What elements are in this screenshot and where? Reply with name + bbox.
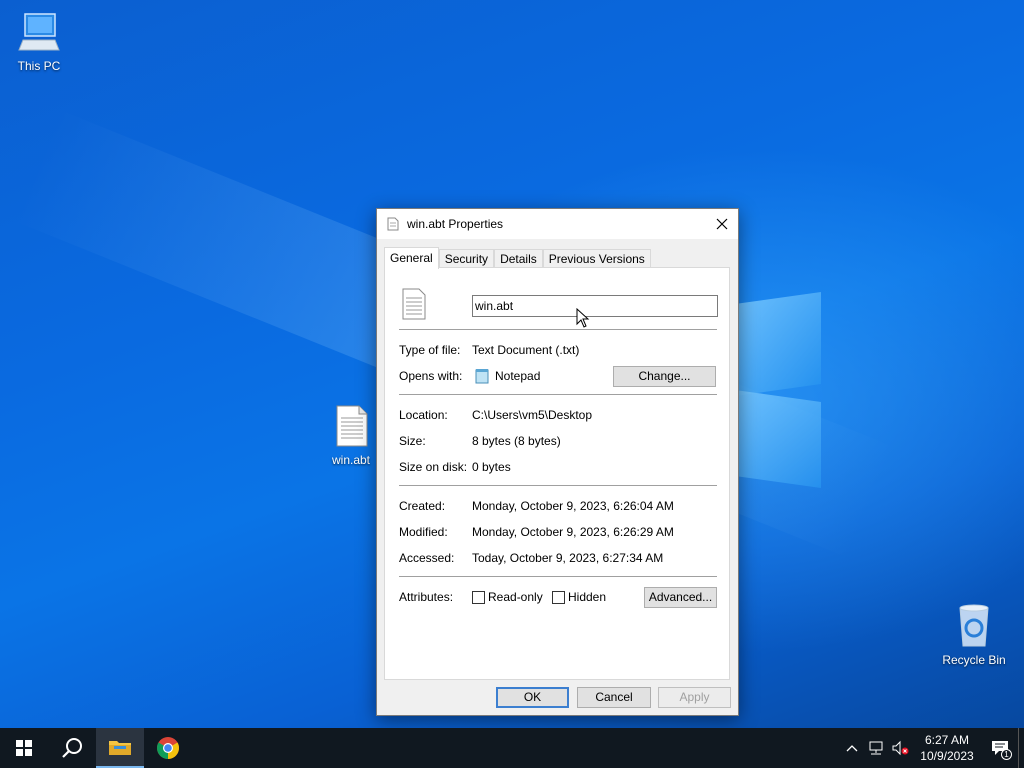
size-on-disk-value: 0 bytes: [472, 460, 511, 474]
modified-label: Modified:: [399, 525, 448, 539]
properties-dialog: win.abt Properties General Security Deta…: [376, 208, 739, 716]
search-icon: [62, 738, 82, 758]
folder-icon: [109, 741, 131, 755]
opens-with-value: Notepad: [495, 369, 541, 383]
chevron-up-icon: [846, 745, 858, 752]
clock-time: 6:27 AM: [924, 733, 970, 747]
dialog-titlebar[interactable]: win.abt Properties: [377, 209, 738, 239]
desktop-icon-recycle-bin[interactable]: Recycle Bin: [939, 602, 1009, 667]
chrome-icon: [157, 737, 179, 759]
network-icon: [869, 741, 883, 755]
file-explorer-button[interactable]: [96, 728, 144, 768]
file-type-icon: [402, 288, 426, 320]
separator: [399, 485, 717, 486]
desktop-icon-label: This PC: [17, 59, 61, 73]
accessed-value: Today, October 9, 2023, 6:27:34 AM: [472, 551, 664, 565]
apply-button[interactable]: Apply: [658, 687, 731, 708]
advanced-button[interactable]: Advanced...: [644, 587, 717, 608]
action-center-button[interactable]: 1: [982, 728, 1018, 768]
show-hidden-icons-button[interactable]: [840, 728, 864, 768]
general-panel: Type of file: Text Document (.txt) Opens…: [384, 267, 730, 680]
ok-button[interactable]: OK: [496, 687, 569, 708]
windows-logo-graphic: [735, 288, 825, 489]
desktop-icon-this-pc[interactable]: This PC: [4, 10, 74, 73]
type-label: Type of file:: [399, 343, 461, 357]
system-tray: 6:27 AM 10/9/2023 1: [840, 728, 1024, 768]
clock-date: 10/9/2023: [920, 749, 974, 763]
attributes-label: Attributes:: [399, 590, 454, 604]
start-button[interactable]: [0, 728, 48, 768]
size-label: Size:: [399, 434, 426, 448]
change-button[interactable]: Change...: [613, 366, 716, 387]
tab-strip: General Security Details Previous Versio…: [384, 247, 651, 269]
close-button[interactable]: [706, 209, 738, 239]
modified-value: Monday, October 9, 2023, 6:26:29 AM: [472, 525, 674, 539]
clock[interactable]: 6:27 AM 10/9/2023: [912, 732, 982, 764]
location-label: Location:: [399, 408, 448, 422]
notification-count: 1: [1001, 749, 1012, 760]
opens-with-label: Opens with:: [399, 369, 463, 383]
close-icon: [716, 218, 728, 230]
location-value: C:\Users\vm5\Desktop: [472, 408, 593, 422]
show-desktop-button[interactable]: [1018, 728, 1024, 768]
tab-details[interactable]: Details: [494, 249, 543, 268]
volume-button[interactable]: [888, 728, 912, 768]
size-value: 8 bytes (8 bytes): [472, 434, 561, 448]
created-label: Created:: [399, 499, 446, 513]
taskbar: 6:27 AM 10/9/2023 1: [0, 728, 1024, 768]
read-only-checkbox[interactable]: [472, 591, 485, 604]
computer-icon: [18, 13, 60, 51]
notepad-icon: [475, 369, 489, 384]
dialog-title: win.abt Properties: [407, 217, 504, 231]
text-file-icon: [336, 405, 368, 447]
file-name-input[interactable]: [472, 295, 718, 317]
size-on-disk-label: Size on disk:: [399, 460, 468, 474]
network-button[interactable]: [864, 728, 888, 768]
read-only-label[interactable]: Read-only: [488, 590, 543, 604]
separator: [399, 576, 717, 577]
hidden-label[interactable]: Hidden: [568, 590, 606, 604]
tab-previous-versions[interactable]: Previous Versions: [542, 249, 651, 268]
cancel-button[interactable]: Cancel: [577, 687, 651, 708]
chrome-button[interactable]: [144, 728, 192, 768]
tab-general[interactable]: General: [384, 247, 439, 269]
document-icon: [387, 217, 399, 231]
type-value: Text Document (.txt): [472, 343, 580, 357]
separator: [399, 329, 717, 330]
volume-muted-icon: [892, 740, 909, 756]
tab-security[interactable]: Security: [438, 249, 495, 268]
accessed-label: Accessed:: [399, 551, 455, 565]
created-value: Monday, October 9, 2023, 6:26:04 AM: [472, 499, 674, 513]
windows-start-icon: [16, 740, 32, 756]
desktop-icon-label: Recycle Bin: [942, 653, 1006, 667]
separator: [399, 394, 717, 395]
hidden-checkbox[interactable]: [552, 591, 565, 604]
mouse-cursor: [576, 308, 590, 328]
recycle-bin-icon: [959, 604, 989, 647]
search-button[interactable]: [48, 728, 96, 768]
